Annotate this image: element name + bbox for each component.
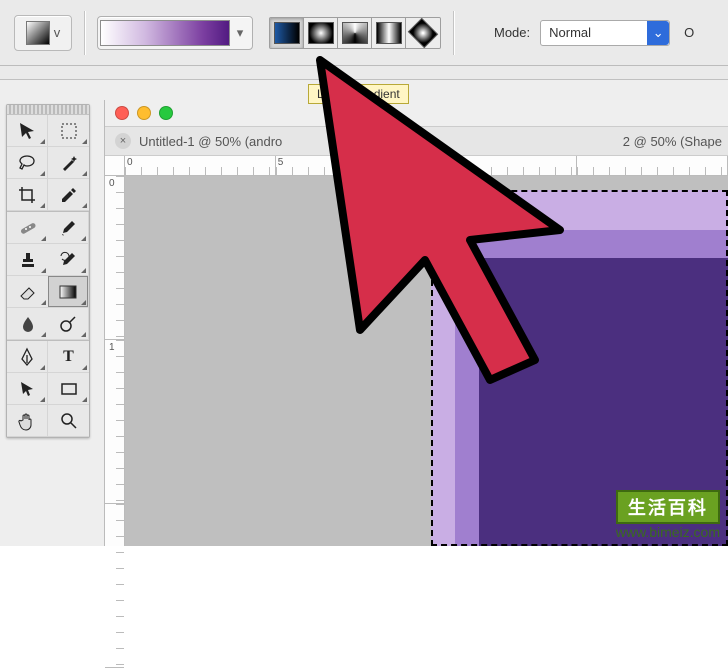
eyedropper-tool[interactable] bbox=[48, 179, 89, 211]
lasso-tool[interactable] bbox=[7, 147, 48, 179]
rectangle-icon bbox=[58, 378, 80, 400]
blur-tool[interactable] bbox=[7, 308, 48, 340]
secondary-bar bbox=[0, 66, 728, 80]
crop-tool[interactable] bbox=[7, 179, 48, 211]
select-caret-icon: ⌄ bbox=[647, 21, 669, 45]
tool-grid: T bbox=[7, 115, 89, 437]
tooltip: Linear Gradient bbox=[308, 84, 409, 104]
gradient-preview-icon bbox=[26, 21, 50, 45]
ruler-origin[interactable] bbox=[105, 156, 125, 176]
clone-stamp-tool[interactable] bbox=[7, 244, 48, 276]
rectangle-tool[interactable] bbox=[48, 373, 89, 405]
gradient-type-radial[interactable] bbox=[304, 18, 338, 48]
document-tab-title-2[interactable]: 2 @ 50% (Shape bbox=[623, 134, 728, 149]
move-icon bbox=[16, 120, 38, 142]
gradient-type-reflected[interactable] bbox=[372, 18, 406, 48]
type-tool[interactable]: T bbox=[48, 341, 89, 373]
opacity-label-fragment: O bbox=[684, 25, 694, 40]
dodge-icon bbox=[57, 313, 79, 335]
ruler-mark: 0 bbox=[109, 178, 115, 189]
divider bbox=[453, 11, 454, 55]
watermark-url: www.bimeiz.com bbox=[616, 524, 720, 540]
ruler-vertical[interactable]: 0 1 bbox=[105, 176, 125, 546]
crop-icon bbox=[16, 184, 38, 206]
artboard-tool[interactable] bbox=[48, 115, 89, 147]
panel-grip[interactable] bbox=[7, 105, 89, 115]
healing-brush-tool[interactable] bbox=[7, 212, 48, 244]
blur-icon bbox=[17, 313, 39, 335]
pen-icon bbox=[16, 346, 38, 368]
mode-label: Mode: bbox=[494, 25, 530, 40]
arrow-icon bbox=[16, 378, 38, 400]
gradient-type-diamond[interactable] bbox=[406, 18, 440, 48]
document-tab-bar: × Untitled-1 @ 50% (andro 2 @ 50% (Shape bbox=[105, 126, 728, 156]
history-brush-icon bbox=[57, 249, 79, 271]
eraser-icon bbox=[17, 281, 39, 303]
watermark: 生活百科 www.bimeiz.com bbox=[616, 490, 720, 540]
reflected-gradient-icon bbox=[376, 22, 402, 44]
chevron-down-icon[interactable]: ▾ bbox=[230, 25, 250, 41]
zoom-window-button[interactable] bbox=[159, 106, 173, 120]
dodge-tool[interactable] bbox=[48, 308, 89, 340]
lasso-icon bbox=[16, 152, 38, 174]
gradient-icon bbox=[57, 281, 79, 303]
gradient-picker[interactable]: ▾ bbox=[97, 16, 253, 50]
tab-close-button[interactable]: × bbox=[115, 133, 131, 149]
brush-tool[interactable] bbox=[48, 212, 89, 244]
divider bbox=[84, 11, 85, 55]
gradient-swatch bbox=[100, 20, 230, 46]
move-tool[interactable] bbox=[7, 115, 48, 147]
pen-tool[interactable] bbox=[7, 341, 48, 373]
eraser-tool[interactable] bbox=[7, 276, 48, 308]
type-icon: T bbox=[58, 346, 80, 368]
options-bar: v ▾ Mode: Normal ⌄ O bbox=[0, 0, 728, 66]
angle-gradient-icon bbox=[342, 22, 368, 44]
watermark-title: 生活百科 bbox=[616, 490, 720, 524]
document-tab-title[interactable]: Untitled-1 @ 50% (andro bbox=[139, 134, 282, 149]
document-window: × Untitled-1 @ 50% (andro 2 @ 50% (Shape… bbox=[104, 100, 728, 546]
blend-mode-group: Mode: Normal ⌄ bbox=[494, 20, 670, 46]
tool-preset-button[interactable]: v bbox=[14, 15, 72, 51]
path-select-tool[interactable] bbox=[7, 373, 48, 405]
brush-icon bbox=[57, 217, 79, 239]
history-brush-tool[interactable] bbox=[48, 244, 89, 276]
ruler-mark: 1 bbox=[109, 342, 115, 353]
tool-preset-letter: v bbox=[54, 25, 61, 40]
gradient-type-angle[interactable] bbox=[338, 18, 372, 48]
hand-icon bbox=[16, 410, 38, 432]
blend-mode-value: Normal bbox=[549, 25, 591, 40]
gradient-type-group bbox=[269, 17, 441, 49]
magic-wand-tool[interactable] bbox=[48, 147, 89, 179]
tools-panel: T bbox=[6, 104, 90, 438]
blend-mode-select[interactable]: Normal ⌄ bbox=[540, 20, 670, 46]
gradient-type-linear[interactable] bbox=[270, 18, 304, 48]
eyedropper-icon bbox=[58, 184, 80, 206]
zoom-icon bbox=[58, 410, 80, 432]
window-controls bbox=[115, 106, 173, 120]
gradient-tool[interactable] bbox=[48, 276, 89, 308]
radial-gradient-icon bbox=[308, 22, 334, 44]
zoom-tool[interactable] bbox=[48, 405, 89, 437]
linear-gradient-icon bbox=[274, 22, 300, 44]
ruler-horizontal[interactable]: 0 5 bbox=[125, 156, 728, 176]
bandage-icon bbox=[17, 217, 39, 239]
diamond-gradient-icon bbox=[408, 17, 439, 48]
marquee-icon bbox=[58, 120, 80, 142]
hand-tool[interactable] bbox=[7, 405, 48, 437]
stamp-icon bbox=[17, 249, 39, 271]
minimize-window-button[interactable] bbox=[137, 106, 151, 120]
wand-icon bbox=[58, 152, 80, 174]
close-window-button[interactable] bbox=[115, 106, 129, 120]
